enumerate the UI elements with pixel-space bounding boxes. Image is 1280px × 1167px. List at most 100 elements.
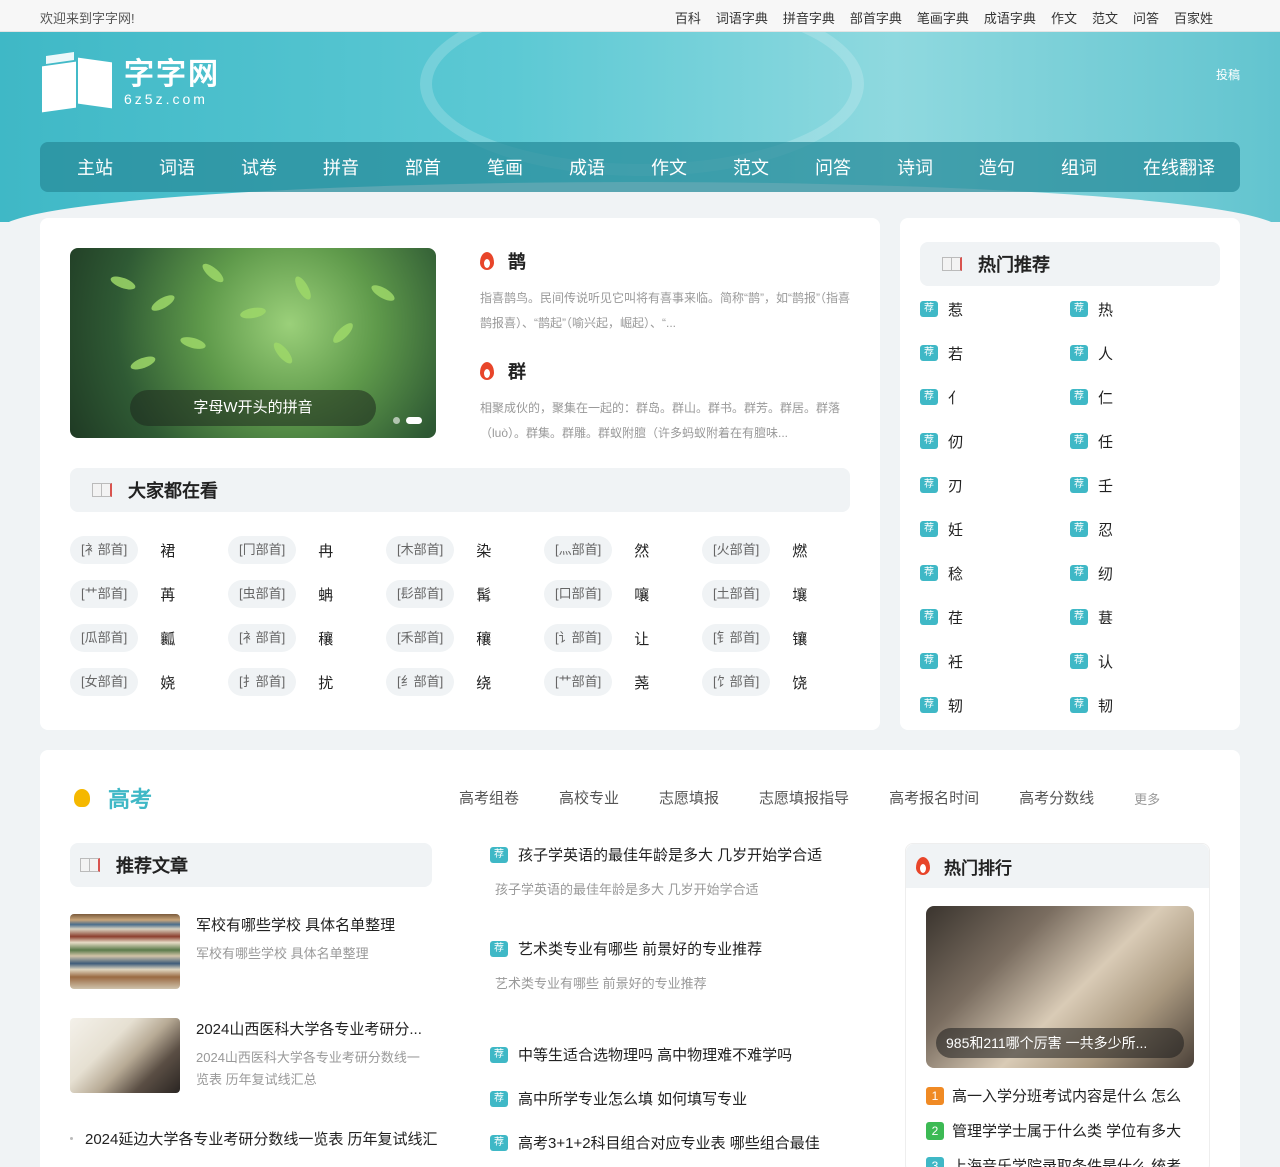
char-link[interactable]: 染: [476, 540, 491, 561]
radical-badge[interactable]: [冂部首]: [228, 536, 297, 564]
article-thumbnail[interactable]: [70, 914, 180, 989]
radical-badge[interactable]: [钅部首]: [702, 624, 771, 652]
radical-badge[interactable]: [火部首]: [702, 536, 771, 564]
nav-item-bushou[interactable]: 部首: [405, 154, 441, 180]
char-link[interactable]: 绕: [476, 672, 491, 693]
middle-link[interactable]: 荐中等生适合选物理吗 高中物理难不难学吗: [490, 1044, 870, 1065]
article-thumbnail[interactable]: [70, 1018, 180, 1093]
middle-link[interactable]: 荐高中所学专业怎么填 如何填写专业: [490, 1088, 870, 1109]
char-link[interactable]: 让: [634, 628, 649, 649]
nav-item-home[interactable]: 主站: [77, 154, 113, 180]
char-link[interactable]: 穰: [318, 628, 333, 649]
radical-badge[interactable]: [虫部首]: [228, 580, 297, 608]
site-logo[interactable]: 字字网 6z5z.com: [42, 52, 220, 113]
char-link[interactable]: 娆: [160, 672, 175, 693]
hot-item[interactable]: 荐轫: [920, 694, 1070, 716]
hot-item[interactable]: 荐热: [1070, 298, 1220, 320]
hot-item[interactable]: 荐衽: [920, 650, 1070, 672]
slider-dot-active[interactable]: [406, 417, 422, 424]
hot-item[interactable]: 荐纫: [1070, 562, 1220, 584]
tab-zujuan[interactable]: 高考组卷: [459, 787, 519, 808]
char-link[interactable]: 扰: [318, 672, 333, 693]
radical-badge[interactable]: [髟部首]: [386, 580, 455, 608]
radical-badge[interactable]: [纟部首]: [386, 668, 455, 696]
ranking-item[interactable]: 3 上海音乐学院录取条件是什么 统考: [926, 1148, 1196, 1167]
char-link[interactable]: 穰: [476, 628, 491, 649]
hot-item[interactable]: 荐任: [1070, 430, 1220, 452]
nav-item-chengyu[interactable]: 成语: [569, 154, 605, 180]
hot-item[interactable]: 荐韧: [1070, 694, 1220, 716]
hot-item[interactable]: 荐若: [920, 342, 1070, 364]
hot-item[interactable]: 荐亻: [920, 386, 1070, 408]
char-link[interactable]: 镶: [792, 628, 807, 649]
middle-link[interactable]: 荐艺术类专业有哪些 前景好的专业推荐: [490, 938, 870, 959]
tab-zhuanye[interactable]: 高校专业: [559, 787, 619, 808]
top-link-wenda[interactable]: 问答: [1133, 8, 1159, 27]
hot-item[interactable]: 荐荏: [920, 606, 1070, 628]
radical-badge[interactable]: [瓜部首]: [70, 624, 139, 652]
char-link[interactable]: 髯: [476, 584, 491, 605]
article-title[interactable]: 2024山西医科大学各专业考研分...: [196, 1018, 426, 1039]
tab-baoming[interactable]: 高考报名时间: [889, 787, 979, 808]
hot-item[interactable]: 荐刃: [920, 474, 1070, 496]
nav-item-shijuan[interactable]: 试卷: [241, 154, 277, 180]
hot-item[interactable]: 荐惹: [920, 298, 1070, 320]
radical-badge[interactable]: [土部首]: [702, 580, 771, 608]
feature-char[interactable]: 鹊: [508, 248, 526, 274]
middle-link[interactable]: 荐高考3+1+2科目组合对应专业表 哪些组合最佳: [490, 1132, 870, 1153]
char-link[interactable]: 然: [634, 540, 649, 561]
radical-badge[interactable]: [灬部首]: [544, 536, 613, 564]
hot-item[interactable]: 荐仁: [1070, 386, 1220, 408]
hot-item[interactable]: 荐仞: [920, 430, 1070, 452]
radical-badge[interactable]: [木部首]: [386, 536, 455, 564]
top-link-baijiaxing[interactable]: 百家姓: [1174, 8, 1213, 27]
nav-item-shici[interactable]: 诗词: [897, 154, 933, 180]
submit-link[interactable]: 投稿: [1216, 66, 1240, 83]
middle-link[interactable]: 荐孩子学英语的最佳年龄是多大 几岁开始学合适: [490, 844, 870, 865]
radical-badge[interactable]: [讠部首]: [544, 624, 613, 652]
radical-badge[interactable]: [艹部首]: [70, 580, 139, 608]
article-link[interactable]: 2024延边大学各专业考研分数线一览表 历年复试线汇: [70, 1128, 438, 1149]
nav-item-zaoju[interactable]: 造句: [979, 154, 1015, 180]
nav-item-fanyi[interactable]: 在线翻译: [1143, 154, 1215, 180]
slider-dot[interactable]: [393, 417, 400, 424]
radical-badge[interactable]: [艹部首]: [544, 668, 613, 696]
top-link-pinyin[interactable]: 拼音字典: [783, 8, 835, 27]
char-link[interactable]: 裙: [160, 540, 175, 561]
radical-badge[interactable]: [口部首]: [544, 580, 613, 608]
tab-zhiyuan[interactable]: 志愿填报: [659, 787, 719, 808]
nav-item-bihua[interactable]: 笔画: [487, 154, 523, 180]
radical-badge[interactable]: [衤部首]: [228, 624, 297, 652]
radical-badge[interactable]: [禾部首]: [386, 624, 455, 652]
top-link-zuowen[interactable]: 作文: [1051, 8, 1077, 27]
nav-item-zuowen[interactable]: 作文: [651, 154, 687, 180]
nav-item-ciyu[interactable]: 词语: [159, 154, 195, 180]
nav-item-wenda[interactable]: 问答: [815, 154, 851, 180]
top-link-fanwen[interactable]: 范文: [1092, 8, 1118, 27]
char-link[interactable]: 燃: [792, 540, 807, 561]
hot-item[interactable]: 荐人: [1070, 342, 1220, 364]
more-link[interactable]: 更多: [1134, 789, 1160, 808]
top-link-bihua[interactable]: 笔画字典: [917, 8, 969, 27]
hot-item[interactable]: 荐妊: [920, 518, 1070, 540]
image-slider[interactable]: 字母W开头的拼音: [70, 248, 436, 438]
char-link[interactable]: 荛: [634, 672, 649, 693]
feature-char[interactable]: 群: [508, 358, 526, 384]
top-link-chengyu[interactable]: 成语字典: [984, 8, 1036, 27]
char-link[interactable]: 嚷: [634, 584, 649, 605]
nav-item-fanwen[interactable]: 范文: [733, 154, 769, 180]
top-link-bushou[interactable]: 部首字典: [850, 8, 902, 27]
ranking-item[interactable]: 2 管理学学士属于什么类 学位有多大: [926, 1113, 1196, 1148]
char-link[interactable]: 蚺: [318, 584, 333, 605]
hot-item[interactable]: 荐壬: [1070, 474, 1220, 496]
hot-item[interactable]: 荐忍: [1070, 518, 1220, 540]
char-link[interactable]: 冉: [318, 540, 333, 561]
radical-badge[interactable]: [扌部首]: [228, 668, 297, 696]
nav-item-zuci[interactable]: 组词: [1061, 154, 1097, 180]
radical-badge[interactable]: [饣部首]: [702, 668, 771, 696]
ranking-item[interactable]: 1 高一入学分班考试内容是什么 怎么: [926, 1078, 1196, 1113]
top-link-ciyu[interactable]: 词语字典: [716, 8, 768, 27]
ranking-image[interactable]: 985和211哪个厉害 一共多少所...: [926, 906, 1194, 1068]
nav-item-pinyin[interactable]: 拼音: [323, 154, 359, 180]
char-link[interactable]: 壤: [792, 584, 807, 605]
